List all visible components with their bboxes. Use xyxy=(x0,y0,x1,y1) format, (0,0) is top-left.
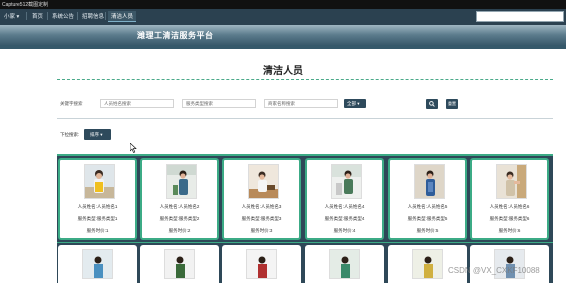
nav-separator xyxy=(26,12,27,20)
nav-item-cleaners[interactable]: 清洁人员 xyxy=(108,11,137,22)
search-icon xyxy=(429,101,435,107)
cleaner-photo xyxy=(331,164,362,199)
cleaner-photo xyxy=(496,164,527,199)
app-window: Capture512截图定制 小家 ▾ 首页 系统公告 招聘信息 清洁人员 潍理… xyxy=(0,0,566,283)
cleaner-service-type: 服务类型:服务类型4 xyxy=(324,216,365,221)
mouse-cursor-icon xyxy=(130,143,137,153)
cleaner-name: 人员姓名:人员姓名3 xyxy=(241,204,282,209)
cleaner-photo xyxy=(412,249,443,279)
nav-separator xyxy=(77,12,78,20)
category-select[interactable]: 全部 ▾ xyxy=(344,99,366,108)
search-label: 关键字搜索 xyxy=(60,101,83,106)
grid-row-divider xyxy=(57,241,553,243)
cleaner-name: 人员姓名:人员姓名2 xyxy=(159,204,200,209)
cleaner-service-type: 服务类型:服务类型1 xyxy=(77,216,118,221)
nav-separator xyxy=(105,12,106,20)
sort-button[interactable]: 排序 ▾ xyxy=(84,129,111,140)
cleaner-name: 人员姓名:人员姓名4 xyxy=(324,204,365,209)
csdn-watermark: CSDN @VX_CXKF10088 xyxy=(448,266,540,275)
cleaner-service-type: 服务类型:服务类型5 xyxy=(407,216,448,221)
cleaner-card[interactable] xyxy=(388,245,467,283)
cleaner-photo xyxy=(84,164,115,199)
cleaner-price: 服务时价:4 xyxy=(333,228,356,233)
price-search-input[interactable]: 商家名称搜索 xyxy=(264,99,338,108)
banner-title: 潍理工清洁服务平台 xyxy=(137,31,214,40)
cleaner-service-type: 服务类型:服务类型6 xyxy=(489,216,530,221)
title-divider xyxy=(57,79,553,80)
cleaner-card[interactable] xyxy=(140,245,219,283)
window-title: Capture512截图定制 xyxy=(2,2,49,8)
cleaner-service-type: 服务类型:服务类型3 xyxy=(241,216,282,221)
page-title: 清洁人员 xyxy=(263,66,303,77)
name-search-input[interactable]: 人员姓名搜索 xyxy=(100,99,174,108)
cleaner-card[interactable]: 人员姓名:人员姓名3 服务类型:服务类型3 服务时价:3 xyxy=(222,158,301,240)
banner xyxy=(0,25,566,45)
cleaner-price: 服务时价:3 xyxy=(250,228,273,233)
nav-separator xyxy=(47,12,48,20)
cleaner-name: 人员姓名:人员姓名6 xyxy=(489,204,530,209)
cleaner-photo xyxy=(82,249,113,279)
cleaner-photo xyxy=(414,164,445,199)
reset-button[interactable]: 重置 xyxy=(446,99,458,109)
cleaner-price: 服务时价:5 xyxy=(416,228,439,233)
cleaner-card[interactable] xyxy=(222,245,301,283)
sort-label: 下拉搜索: xyxy=(60,132,80,137)
cleaner-name: 人员姓名:人员姓名1 xyxy=(77,204,118,209)
section-divider xyxy=(57,118,553,119)
cleaner-card[interactable]: 人员姓名:人员姓名6 服务类型:服务类型6 服务时价:6 xyxy=(470,158,549,240)
cleaner-service-type: 服务类型:服务类型2 xyxy=(159,216,200,221)
window-titlebar: Capture512截图定制 xyxy=(0,0,566,9)
top-nav: 小家 ▾ 首页 系统公告 招聘信息 清洁人员 xyxy=(0,9,566,25)
cleaner-price: 服务时价:2 xyxy=(168,228,191,233)
cleaner-card[interactable] xyxy=(305,245,384,283)
type-search-input[interactable]: 服务类型搜索 xyxy=(182,99,256,108)
cleaner-card[interactable]: 人员姓名:人员姓名2 服务类型:服务类型2 服务时价:2 xyxy=(140,158,219,240)
cleaner-photo xyxy=(329,249,360,279)
nav-item-user[interactable]: 小家 ▾ xyxy=(4,12,19,20)
cleaner-card[interactable]: 人员姓名:人员姓名1 服务类型:服务类型1 服务时价:1 xyxy=(58,158,137,240)
cleaner-price: 服务时价:1 xyxy=(86,228,109,233)
cleaner-card[interactable] xyxy=(58,245,137,283)
cleaner-name: 人员姓名:人员姓名5 xyxy=(407,204,448,209)
cleaner-card[interactable] xyxy=(470,245,549,283)
banner-strip xyxy=(0,45,566,49)
cleaner-card[interactable]: 人员姓名:人员姓名4 服务类型:服务类型4 服务时价:4 xyxy=(305,158,384,240)
cleaner-price: 服务时价:6 xyxy=(498,228,521,233)
cleaner-photo xyxy=(164,249,195,279)
search-button[interactable] xyxy=(426,99,438,109)
cleaner-photo xyxy=(246,249,277,279)
nav-item-announcements[interactable]: 系统公告 xyxy=(52,12,74,20)
cleaner-photo xyxy=(248,164,279,199)
cleaner-card[interactable]: 人员姓名:人员姓名5 服务类型:服务类型5 服务时价:5 xyxy=(388,158,467,240)
nav-search-input[interactable] xyxy=(476,11,564,22)
cleaner-photo xyxy=(166,164,197,199)
nav-item-home[interactable]: 首页 xyxy=(32,12,43,20)
nav-item-jobs[interactable]: 招聘信息 xyxy=(82,12,104,20)
